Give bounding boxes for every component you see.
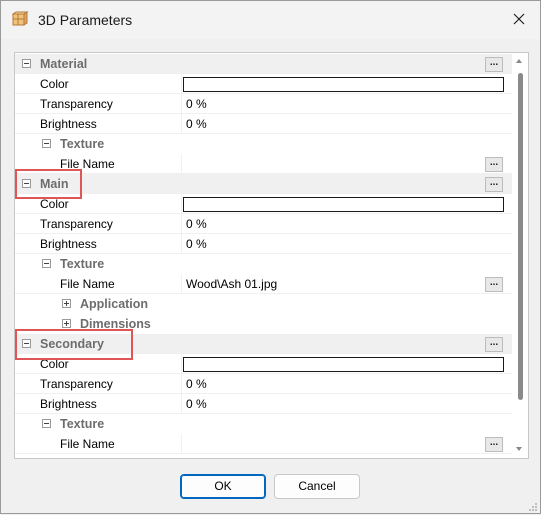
scroll-down-icon[interactable] [516, 447, 522, 451]
property-name: File Name [60, 157, 115, 171]
property-name: Color [40, 77, 69, 91]
collapse-icon[interactable] [22, 339, 31, 348]
property-name-cell: Brightness [15, 114, 182, 134]
property-value[interactable]: 0 % [186, 374, 207, 394]
title-bar: 3D Parameters [1, 1, 540, 39]
vertical-scrollbar[interactable] [512, 53, 528, 458]
category-label: Secondary [40, 337, 104, 351]
property-value[interactable]: 0 % [186, 234, 207, 254]
property-value[interactable]: 0 % [186, 94, 207, 114]
property-name: Brightness [40, 237, 97, 251]
property-name-cell: File Name [15, 274, 182, 294]
property-row-color[interactable]: Color [15, 194, 512, 214]
property-name-cell: Color [15, 354, 182, 374]
color-swatch[interactable] [183, 77, 504, 92]
property-name: Brightness [40, 397, 97, 411]
property-row-file-name[interactable]: File Name Wood\Ash 01.jpg... [15, 274, 512, 294]
property-name: Transparency [40, 97, 113, 111]
property-value[interactable]: 0 % [186, 214, 207, 234]
color-swatch[interactable] [183, 357, 504, 372]
close-button[interactable] [501, 5, 537, 35]
property-name: Transparency [40, 377, 113, 391]
category-row-main[interactable]: Main... [15, 174, 512, 194]
property-value[interactable]: 0 % [186, 394, 207, 414]
collapse-icon[interactable] [42, 419, 51, 428]
expand-icon[interactable] [62, 319, 71, 328]
ok-button[interactable]: OK [180, 474, 266, 499]
property-name-cell: Color [15, 194, 182, 214]
property-row-file-name[interactable]: File Name... [15, 434, 512, 454]
property-value[interactable]: Wood\Ash 01.jpg [186, 274, 277, 294]
property-name-cell: File Name [15, 154, 182, 174]
property-row-transparency[interactable]: Transparency 0 % [15, 374, 512, 394]
category-row-material[interactable]: Material... [15, 54, 512, 74]
ellipsis-button[interactable]: ... [485, 277, 503, 292]
property-row-transparency[interactable]: Transparency 0 % [15, 214, 512, 234]
color-swatch[interactable] [183, 197, 504, 212]
property-name-cell: Color [15, 74, 182, 94]
category-label: Main [40, 177, 69, 191]
property-value[interactable]: 0 % [186, 114, 207, 134]
subcategory-row-texture[interactable]: Texture [15, 414, 512, 434]
subcategory-row-texture[interactable]: Texture [15, 254, 512, 274]
property-name-cell: Transparency [15, 374, 182, 394]
collapse-icon[interactable] [42, 259, 51, 268]
property-row-brightness[interactable]: Brightness 0 % [15, 394, 512, 414]
subcategory-label: Application [80, 297, 149, 311]
property-name: Transparency [40, 217, 113, 231]
property-row-file-name[interactable]: File Name... [15, 154, 512, 174]
ellipsis-button[interactable]: ... [485, 177, 503, 192]
property-row-color[interactable]: Color [15, 354, 512, 374]
category-row-secondary[interactable]: Secondary... [15, 334, 512, 354]
resize-grip-icon[interactable] [528, 501, 538, 511]
scroll-up-icon[interactable] [516, 59, 522, 63]
property-name: File Name [60, 437, 115, 451]
property-name-cell: Transparency [15, 94, 182, 114]
collapse-icon[interactable] [42, 139, 51, 148]
property-name: Color [40, 197, 69, 211]
property-name-cell: Brightness [15, 234, 182, 254]
property-row-color[interactable]: Color [15, 74, 512, 94]
dialog-window: 3D Parameters Material... Color Transparen… [0, 0, 541, 514]
property-name-cell: Brightness [15, 394, 182, 414]
collapse-icon[interactable] [22, 179, 31, 188]
3d-cube-icon [11, 11, 29, 28]
window-title: 3D Parameters [38, 12, 133, 28]
property-name-cell: File Name [15, 434, 182, 454]
subcategory-label: Texture [60, 257, 105, 271]
ellipsis-button[interactable]: ... [485, 57, 503, 72]
property-grid: Material... Color Transparency 0 % Brightnes… [14, 52, 529, 459]
close-icon [513, 13, 525, 28]
subcategory-row-dimensions[interactable]: Dimensions [15, 314, 512, 334]
subcategory-label: Texture [60, 137, 105, 151]
property-name: Brightness [40, 117, 97, 131]
property-rows: Material... Color Transparency 0 % Brightnes… [15, 54, 512, 454]
subcategory-row-application[interactable]: Application [15, 294, 512, 314]
property-name: File Name [60, 277, 115, 291]
category-label: Material [40, 57, 88, 71]
subcategory-row-texture[interactable]: Texture [15, 134, 512, 154]
property-row-transparency[interactable]: Transparency 0 % [15, 94, 512, 114]
subcategory-label: Dimensions [80, 317, 151, 331]
ellipsis-button[interactable]: ... [485, 157, 503, 172]
property-row-brightness[interactable]: Brightness 0 % [15, 234, 512, 254]
property-name-cell: Transparency [15, 214, 182, 234]
ellipsis-button[interactable]: ... [485, 337, 503, 352]
collapse-icon[interactable] [22, 59, 31, 68]
cancel-button[interactable]: Cancel [274, 474, 360, 499]
scroll-thumb[interactable] [518, 73, 523, 400]
subcategory-label: Texture [60, 417, 105, 431]
property-row-brightness[interactable]: Brightness 0 % [15, 114, 512, 134]
ellipsis-button[interactable]: ... [485, 437, 503, 452]
expand-icon[interactable] [62, 299, 71, 308]
property-name: Color [40, 357, 69, 371]
